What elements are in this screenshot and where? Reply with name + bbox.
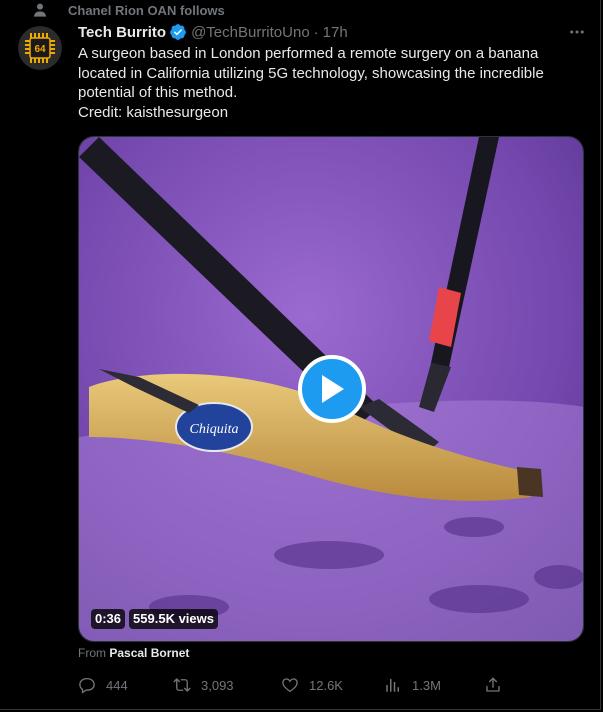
- heart-icon: [282, 678, 298, 693]
- avatar[interactable]: 64: [18, 26, 62, 70]
- tweet-header: Tech Burrito @TechBurritoUno · 17h: [78, 22, 584, 42]
- banana-sticker-label: Chiquita: [189, 422, 238, 437]
- like-button[interactable]: 12.6K: [281, 676, 343, 694]
- handle[interactable]: @TechBurritoUno: [191, 24, 310, 41]
- retweet-button[interactable]: 3,093: [173, 676, 234, 694]
- timestamp[interactable]: 17h: [323, 24, 348, 41]
- view-count: 1.3M: [412, 677, 441, 693]
- video-player[interactable]: Chiquita 0:36 559.5K views: [78, 136, 584, 642]
- action-bar: 444 3,093 12.6K 1.3M: [78, 672, 518, 698]
- more-icon: [570, 30, 584, 34]
- video-meta: 0:36 559.5K views: [91, 609, 218, 629]
- source-name[interactable]: Pascal Bornet: [109, 646, 189, 660]
- play-icon: [322, 375, 344, 403]
- reply-button[interactable]: 444: [78, 676, 128, 694]
- person-icon: [34, 3, 46, 17]
- share-icon: [486, 677, 500, 692]
- tweet-text: A surgeon based in London performed a re…: [78, 45, 544, 121]
- social-context: Chanel Rion OAN follows: [16, 2, 225, 18]
- video-source: From Pascal Bornet: [78, 646, 189, 660]
- views-button[interactable]: 1.3M: [384, 676, 441, 694]
- share-button[interactable]: [484, 676, 502, 694]
- source-prefix: From: [78, 646, 106, 660]
- video-duration: 0:36: [91, 609, 126, 629]
- tweet-card[interactable]: Chanel Rion OAN follows 64 Tech Burrito …: [0, 0, 601, 710]
- play-button[interactable]: [298, 355, 366, 423]
- avatar-label: 64: [34, 44, 46, 55]
- video-views: 559.5K views: [129, 609, 218, 629]
- display-name[interactable]: Tech Burrito: [78, 24, 166, 41]
- reply-icon: [79, 677, 95, 694]
- reply-count: 444: [106, 677, 128, 693]
- retweet-icon: [173, 678, 191, 692]
- like-count: 12.6K: [309, 677, 343, 693]
- separator-dot: ·: [313, 23, 319, 41]
- social-context-text[interactable]: Chanel Rion OAN follows: [68, 3, 225, 18]
- retweet-count: 3,093: [201, 677, 234, 693]
- chip-logo-icon: 64: [18, 26, 62, 70]
- analytics-icon: [386, 679, 399, 692]
- verified-badge-icon[interactable]: [169, 23, 187, 41]
- more-options-button[interactable]: [566, 22, 588, 42]
